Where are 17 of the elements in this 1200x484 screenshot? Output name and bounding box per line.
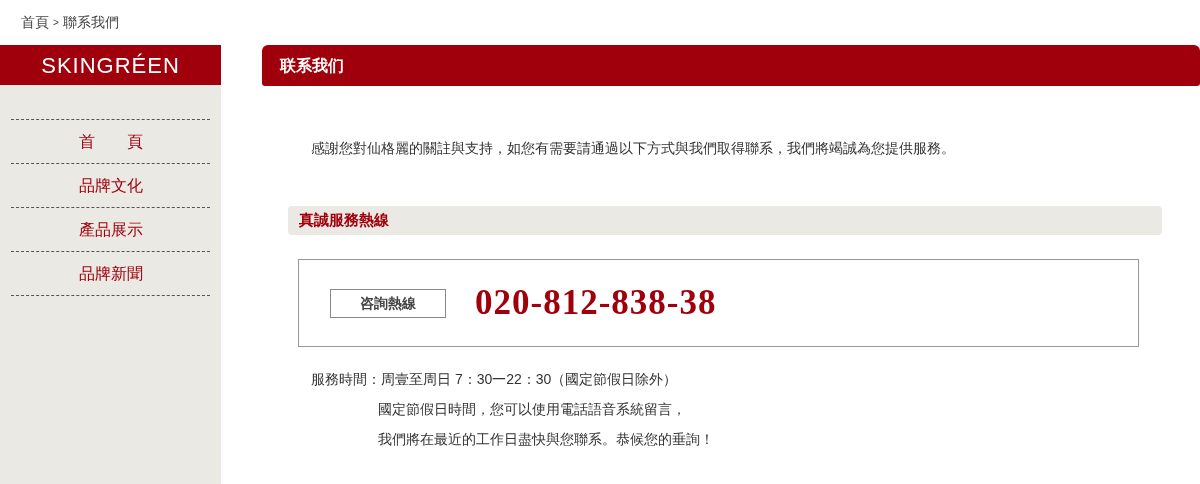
- breadcrumb-current: 聯系我們: [62, 13, 119, 32]
- intro-paragraph: 感謝您對仙格麗的關註與支持，如您有需要請通過以下方式與我們取得聯系，我們將竭誠為您提供服務。: [311, 139, 956, 158]
- nav-link[interactable]: 品牌文化: [11, 164, 210, 208]
- hours-text: 國定節假日時間，您可以使用電話語音系統留言，: [378, 400, 687, 419]
- hotline-number: 020-812-838-38: [475, 281, 717, 324]
- nav-link[interactable]: 品牌新聞: [11, 252, 210, 296]
- breadcrumb-separator: >: [53, 16, 59, 30]
- breadcrumb-link[interactable]: 首頁: [21, 12, 49, 33]
- hours-text: 我們將在最近的工作日盡快與您聯系。恭候您的垂詢！: [378, 430, 714, 449]
- nav-link[interactable]: 產品展示: [11, 208, 210, 252]
- section-title: 真誠服務熱線: [299, 210, 389, 232]
- hours-label: 服務時間：: [311, 370, 381, 389]
- hours-text: 周壹至周日 7：30一22：30（國定節假日除外）: [381, 370, 679, 389]
- hotline-label: 咨詢熱線: [330, 288, 446, 318]
- logo-text: SKINGRÉEN: [41, 51, 180, 80]
- page-title: 联系我们: [280, 54, 344, 77]
- nav-link[interactable]: 首 頁: [11, 120, 210, 164]
